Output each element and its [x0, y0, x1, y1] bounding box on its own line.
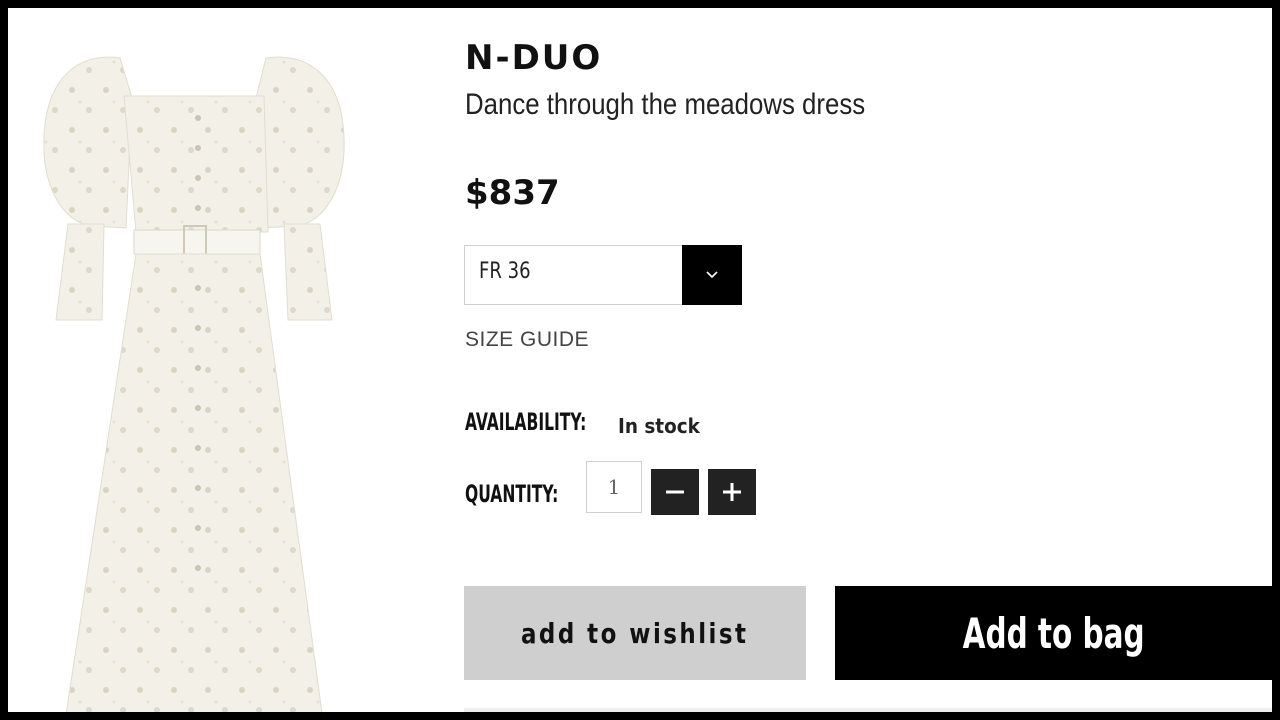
- quantity-increase-button[interactable]: [708, 469, 756, 515]
- add-to-bag-button[interactable]: Add to bag: [835, 586, 1272, 680]
- size-dropdown[interactable]: FR 36: [464, 245, 742, 305]
- availability-label: AVAILABILITY:: [465, 408, 587, 436]
- minus-icon: [666, 490, 684, 494]
- bag-button-label: Add to bag: [962, 608, 1145, 658]
- divider: [464, 708, 1272, 712]
- chevron-down-icon[interactable]: [682, 245, 742, 305]
- brand-name[interactable]: N-DUO: [465, 38, 602, 78]
- plus-icon: [723, 483, 741, 501]
- availability-status: In stock: [618, 414, 700, 438]
- product-title: Dance through the meadows dress: [465, 88, 866, 121]
- quantity-label: QUANTITY:: [465, 480, 559, 508]
- product-details: N-DUO Dance through the meadows dress $8…: [464, 8, 1272, 712]
- quantity-input[interactable]: 1: [586, 461, 642, 513]
- add-to-wishlist-button[interactable]: add to wishlist: [464, 586, 806, 680]
- product-price: $837: [465, 173, 560, 213]
- page-frame: N-DUO Dance through the meadows dress $8…: [8, 8, 1272, 712]
- size-selected-value: FR 36: [479, 259, 531, 284]
- quantity-decrease-button[interactable]: [651, 469, 699, 515]
- product-image[interactable]: [28, 38, 368, 712]
- size-guide-link[interactable]: SIZE GUIDE: [465, 328, 589, 352]
- wishlist-button-label: add to wishlist: [521, 616, 749, 650]
